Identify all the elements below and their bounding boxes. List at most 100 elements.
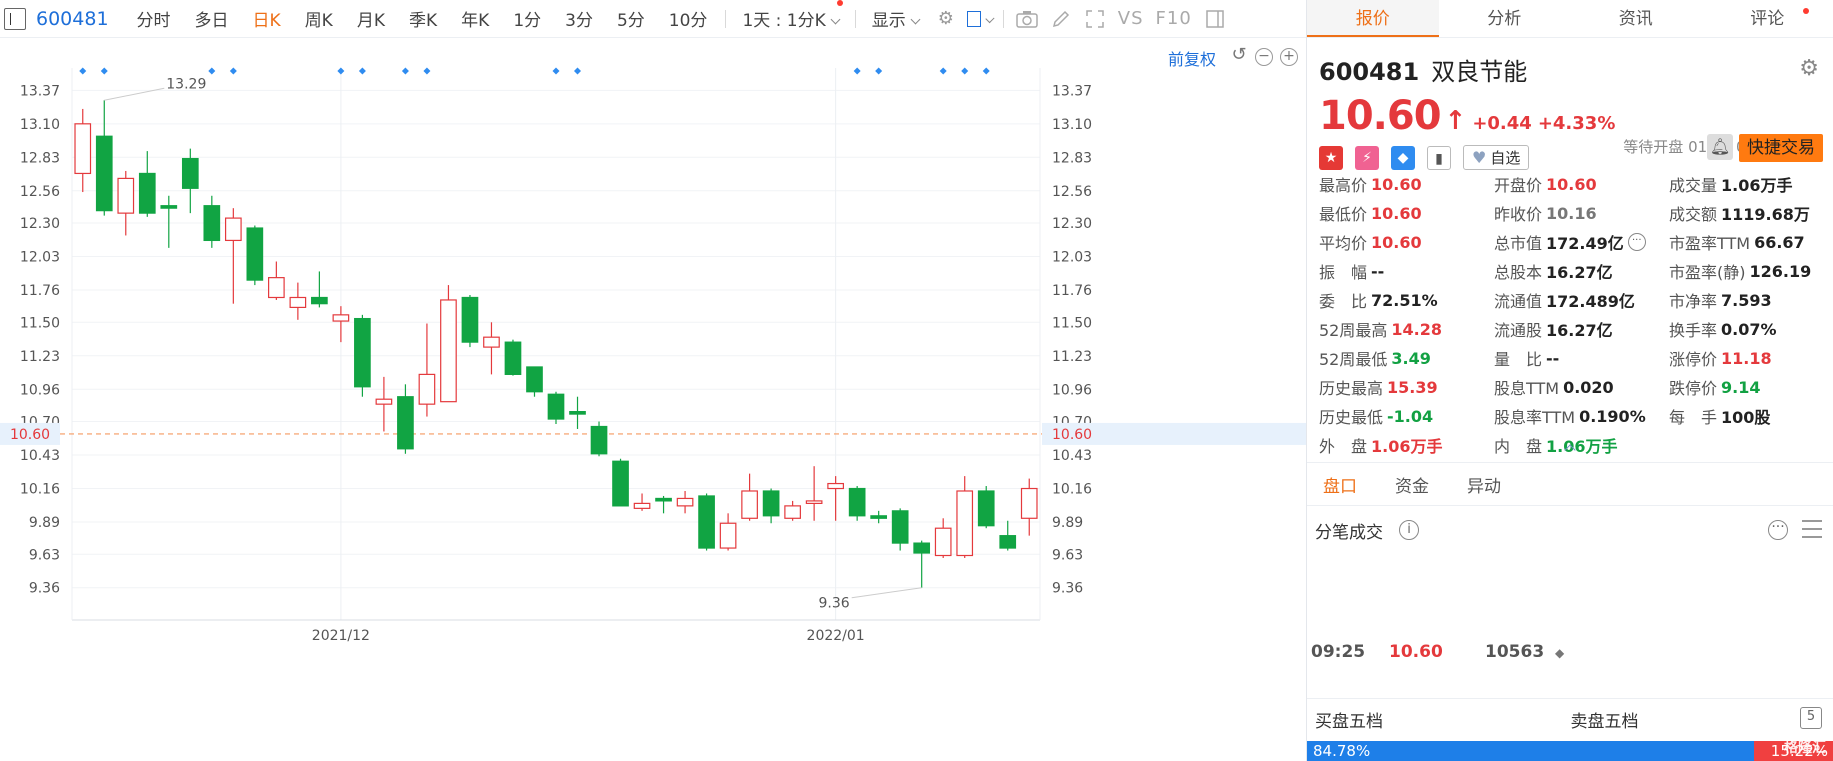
panel-tab[interactable]: 资讯 — [1570, 0, 1702, 37]
fullscreen-icon[interactable] — [1082, 6, 1108, 32]
candle-body — [612, 460, 629, 507]
depth-tab[interactable]: 资金 — [1395, 472, 1429, 497]
buy-sell-ratio-bar: 84.78% 15.22% — [1307, 741, 1833, 761]
quote-label: 最高价 — [1319, 176, 1368, 195]
f10-button[interactable]: F10 — [1156, 8, 1192, 29]
event-marker-diamond — [208, 67, 216, 75]
quote-label: 涨停价 — [1669, 350, 1718, 369]
undo-icon[interactable]: ↺ — [1230, 46, 1248, 66]
y-tick-label-left: 10.96 — [20, 382, 60, 398]
y-tick-label-left: 13.10 — [20, 117, 60, 133]
gear-icon[interactable]: ⚙ — [933, 6, 959, 32]
side-panel-icon[interactable] — [1202, 6, 1228, 32]
five-levels-icon[interactable]: 5 — [1800, 707, 1822, 729]
compare-vs-button[interactable]: VS — [1118, 8, 1144, 29]
tag-icon[interactable]: ◆ — [1391, 145, 1415, 170]
depth-tab[interactable]: 异动 — [1467, 472, 1501, 497]
heart-icon: ♥ — [1472, 148, 1487, 167]
tick-price: 10.60 — [1389, 642, 1443, 662]
stock-code-label[interactable]: 600481 — [36, 8, 109, 30]
quote-cell: 历史最高 15.39 — [1319, 375, 1494, 399]
quote-label: 昨收价 — [1494, 205, 1543, 224]
quick-trade-button[interactable]: 快捷交易 — [1739, 134, 1823, 162]
adjust-price-toggle[interactable]: 前复权 — [1168, 46, 1216, 70]
period-tab[interactable]: 5分 — [617, 6, 645, 31]
quote-cell: 跌停价 9.14 — [1669, 375, 1829, 399]
period-tab[interactable]: 年K — [461, 6, 489, 31]
zoom-out-icon[interactable]: − — [1255, 48, 1273, 66]
gear-icon[interactable]: ⚙ — [1799, 56, 1819, 81]
buy-ratio: 84.78% — [1307, 741, 1754, 761]
draw-box-icon[interactable] — [966, 6, 995, 32]
event-marker-diamond — [229, 67, 237, 75]
period-tab[interactable]: 分时 — [137, 6, 171, 31]
quote-value: -1.04 — [1387, 406, 1434, 426]
quote-label: 振 幅 — [1319, 263, 1368, 282]
quote-label: 市净率 — [1669, 292, 1718, 311]
period-tab[interactable]: 日K — [253, 6, 281, 31]
candle-body — [655, 497, 672, 502]
info-icon[interactable]: i — [1399, 520, 1419, 540]
quote-cell: 52周最低 3.49 — [1319, 346, 1494, 370]
quote-value: 10.60 — [1371, 232, 1422, 252]
period-tab[interactable]: 10分 — [669, 6, 708, 31]
hot-icon[interactable]: ⚡ — [1355, 145, 1379, 170]
pencil-icon[interactable] — [1048, 6, 1074, 32]
candle-body — [934, 527, 952, 557]
candle-body — [762, 490, 780, 517]
candle-body — [397, 396, 414, 450]
quote-label: 成交量 — [1669, 176, 1718, 195]
camera-icon[interactable] — [1014, 6, 1040, 32]
period-tab[interactable]: 1分 — [513, 6, 541, 31]
period-tab[interactable]: 季K — [409, 6, 437, 31]
quote-cell: 总股本 16.27亿 — [1494, 259, 1669, 283]
candlestick-chart[interactable]: 13.37 13.37 13.10 13.10 12.83 12.83 12.56 12.56… — [0, 38, 1306, 761]
quote-label: 股息TTM — [1494, 379, 1560, 398]
quote-label: 市盈率(静) — [1669, 263, 1746, 282]
more-icon[interactable]: ··· — [1627, 233, 1646, 251]
candle-body — [633, 502, 651, 509]
event-marker-diamond — [79, 67, 87, 75]
list-icon[interactable] — [1802, 520, 1822, 538]
candle-body — [203, 205, 221, 242]
menu-icon[interactable] — [4, 7, 26, 30]
candle-body — [354, 317, 371, 388]
kline-chart-area[interactable]: 13.37 13.37 13.10 13.10 12.83 12.83 12.56 12.56… — [0, 38, 1306, 761]
toolbar-divider — [725, 9, 727, 28]
display-dropdown[interactable]: 显示 — [872, 6, 921, 31]
y-tick-label-left: 9.63 — [29, 547, 60, 563]
zoom-in-icon[interactable]: + — [1280, 48, 1298, 66]
panel-tab[interactable]: 报价 — [1307, 0, 1439, 37]
candle-body — [805, 500, 823, 504]
quote-value: 9.14 — [1721, 377, 1761, 397]
y-tick-label-right: 10.96 — [1052, 382, 1092, 398]
period-dropdown[interactable]: 1天 : 1分K — [742, 0, 843, 31]
event-marker-diamond — [337, 67, 345, 75]
panel-tab[interactable]: 评论 — [1702, 0, 1833, 37]
y-tick-label-right: 12.03 — [1052, 250, 1092, 266]
add-watchlist-button[interactable]: ♥ 自选 — [1463, 145, 1530, 170]
price-change-pct: +4.33% — [1537, 113, 1616, 134]
quote-value: -- — [1371, 261, 1385, 281]
candle-body — [870, 515, 888, 519]
quote-cell: 振 幅 -- — [1319, 259, 1494, 283]
watchlist-label: 自选 — [1490, 149, 1521, 167]
candle-body — [913, 542, 931, 554]
buy-five-title: 买盘五档 — [1315, 712, 1383, 732]
candle-body — [676, 497, 694, 507]
quote-value: 1.06万手 — [1371, 437, 1443, 456]
depth-tab[interactable]: 盘口 — [1323, 472, 1357, 497]
china-flag-icon[interactable]: ★ — [1319, 145, 1343, 170]
quote-value: 72.51% — [1371, 290, 1438, 310]
period-tab[interactable]: 月K — [357, 6, 385, 31]
more-icon[interactable]: ··· — [1768, 520, 1788, 540]
quote-value: 1119.68万 — [1721, 205, 1810, 224]
period-tab[interactable]: 多日 — [195, 6, 229, 31]
quote-cell: 涨停价 11.18 — [1669, 346, 1829, 370]
period-tab[interactable]: 周K — [305, 6, 333, 31]
bookmark-icon[interactable]: ▮ — [1427, 145, 1451, 170]
panel-tab[interactable]: 分析 — [1439, 0, 1571, 37]
bell-icon[interactable]: 🔔︎ — [1707, 134, 1733, 160]
period-tab[interactable]: 3分 — [565, 6, 593, 31]
candle-body — [311, 296, 328, 305]
